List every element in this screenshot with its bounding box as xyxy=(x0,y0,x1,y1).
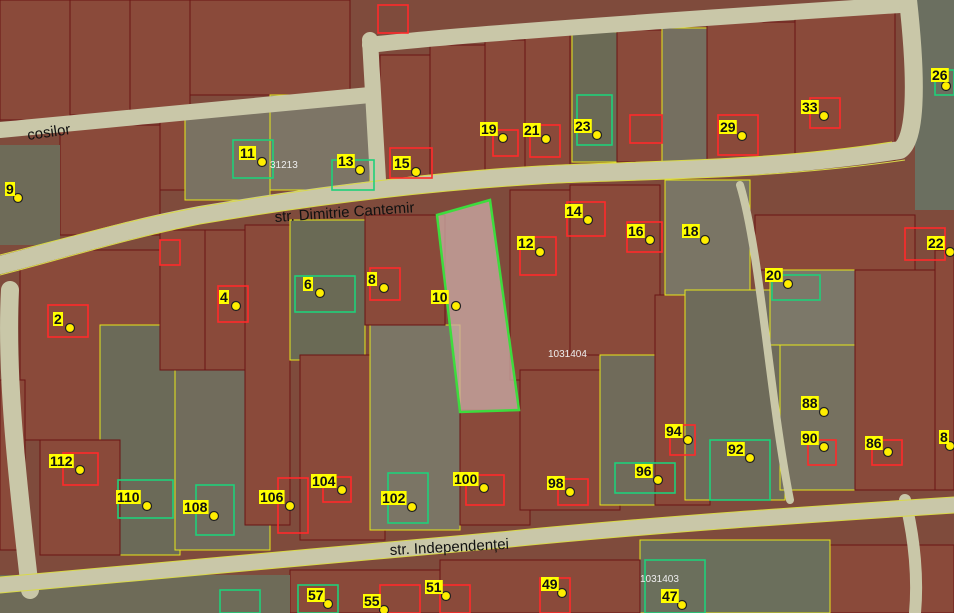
house-number-label: 10 xyxy=(432,289,448,305)
house-marker-dot xyxy=(582,214,594,226)
house-number-label: 9 xyxy=(6,181,14,197)
house-marker-dot xyxy=(540,133,552,145)
house-marker-dot xyxy=(478,482,490,494)
house-marker-dot xyxy=(284,500,296,512)
house-marker-dot xyxy=(354,164,366,176)
house-marker-dot xyxy=(230,300,242,312)
house-marker-dot xyxy=(944,246,954,258)
house-number-label: 106 xyxy=(260,489,284,505)
house-marker-dot xyxy=(208,510,220,522)
house-marker-dot xyxy=(682,434,694,446)
map-canvas[interactable]: cosilor str. Dimitrie Cantemir str. Inde… xyxy=(0,0,954,613)
house-number-label: 19 xyxy=(481,121,497,137)
house-number-label: 112 xyxy=(50,453,73,469)
house-number-label: 90 xyxy=(802,430,818,446)
house-number-label: 49 xyxy=(542,576,558,592)
house-marker-dot xyxy=(744,452,756,464)
house-number-label: 12 xyxy=(518,235,534,251)
house-marker-dot xyxy=(497,132,509,144)
house-marker-dot xyxy=(378,604,390,613)
cadastral-map[interactable]: cosilor str. Dimitrie Cantemir str. Inde… xyxy=(0,0,954,613)
house-number-label: 102 xyxy=(382,490,406,506)
house-number-label: 47 xyxy=(662,588,678,604)
house-marker-dot xyxy=(410,166,422,178)
house-marker-dot xyxy=(534,246,546,258)
house-number-label: 11 xyxy=(240,145,255,161)
house-marker-dot xyxy=(440,590,452,602)
house-number-label: 57 xyxy=(308,587,324,603)
house-number-label: 2 xyxy=(54,311,62,327)
house-number-label: 21 xyxy=(524,122,540,138)
house-marker-dot xyxy=(378,282,390,294)
house-marker-dot xyxy=(314,287,326,299)
house-number-label: 18 xyxy=(683,223,699,239)
house-marker-dot xyxy=(782,278,794,290)
house-number-label: 108 xyxy=(184,499,208,515)
house-number-label: 15 xyxy=(394,155,410,171)
house-marker-dot xyxy=(644,234,656,246)
house-number-label: 20 xyxy=(766,267,782,283)
house-marker-dot xyxy=(450,300,462,312)
house-number-label: 23 xyxy=(575,118,591,134)
house-number-label: 14 xyxy=(566,203,582,219)
house-number-label: 33 xyxy=(802,99,818,115)
house-marker-dot xyxy=(256,156,268,168)
house-marker-dot xyxy=(564,486,576,498)
house-number-label: 16 xyxy=(628,223,644,239)
house-marker-dot xyxy=(336,484,348,496)
house-marker-dot xyxy=(676,599,688,611)
house-number-label: 100 xyxy=(454,471,478,487)
house-number-label: 26 xyxy=(932,67,948,83)
house-number-label: 22 xyxy=(928,235,944,251)
house-marker-dot xyxy=(818,406,830,418)
house-marker-dot xyxy=(736,130,748,142)
house-number-label: 8 xyxy=(368,271,376,287)
house-number-label: 55 xyxy=(364,593,380,609)
house-marker-dot xyxy=(699,234,711,246)
house-number-label: 8 xyxy=(940,429,948,445)
house-marker-dot xyxy=(406,501,418,513)
house-number-label: 4 xyxy=(220,289,228,305)
cadastral-id-c: 1031403 xyxy=(640,574,679,585)
cadastral-id-b: 1031404 xyxy=(548,349,587,360)
house-marker-dot xyxy=(141,500,153,512)
house-number-label: 88 xyxy=(802,395,818,411)
house-number-label: 92 xyxy=(728,441,744,457)
house-marker-dot xyxy=(818,110,830,122)
house-number-label: 104 xyxy=(312,473,336,489)
house-marker-dot xyxy=(882,446,894,458)
house-number-label: 96 xyxy=(636,463,652,479)
house-marker-dot xyxy=(556,587,568,599)
house-number-label: 98 xyxy=(548,475,564,491)
house-marker-dot xyxy=(74,464,86,476)
house-number-label: 13 xyxy=(338,153,354,169)
house-number-label: 6 xyxy=(304,276,312,292)
house-marker-dot xyxy=(652,474,664,486)
house-number-label: 110 xyxy=(117,489,140,505)
house-number-label: 94 xyxy=(666,423,682,439)
house-marker-dot xyxy=(591,129,603,141)
house-number-label: 29 xyxy=(720,119,736,135)
house-marker-dot xyxy=(818,441,830,453)
house-marker-dot xyxy=(322,598,334,610)
house-marker-dot xyxy=(64,322,76,334)
cadastral-id-a: 31213 xyxy=(270,160,298,171)
house-number-label: 51 xyxy=(426,579,442,595)
house-number-label: 86 xyxy=(866,435,882,451)
